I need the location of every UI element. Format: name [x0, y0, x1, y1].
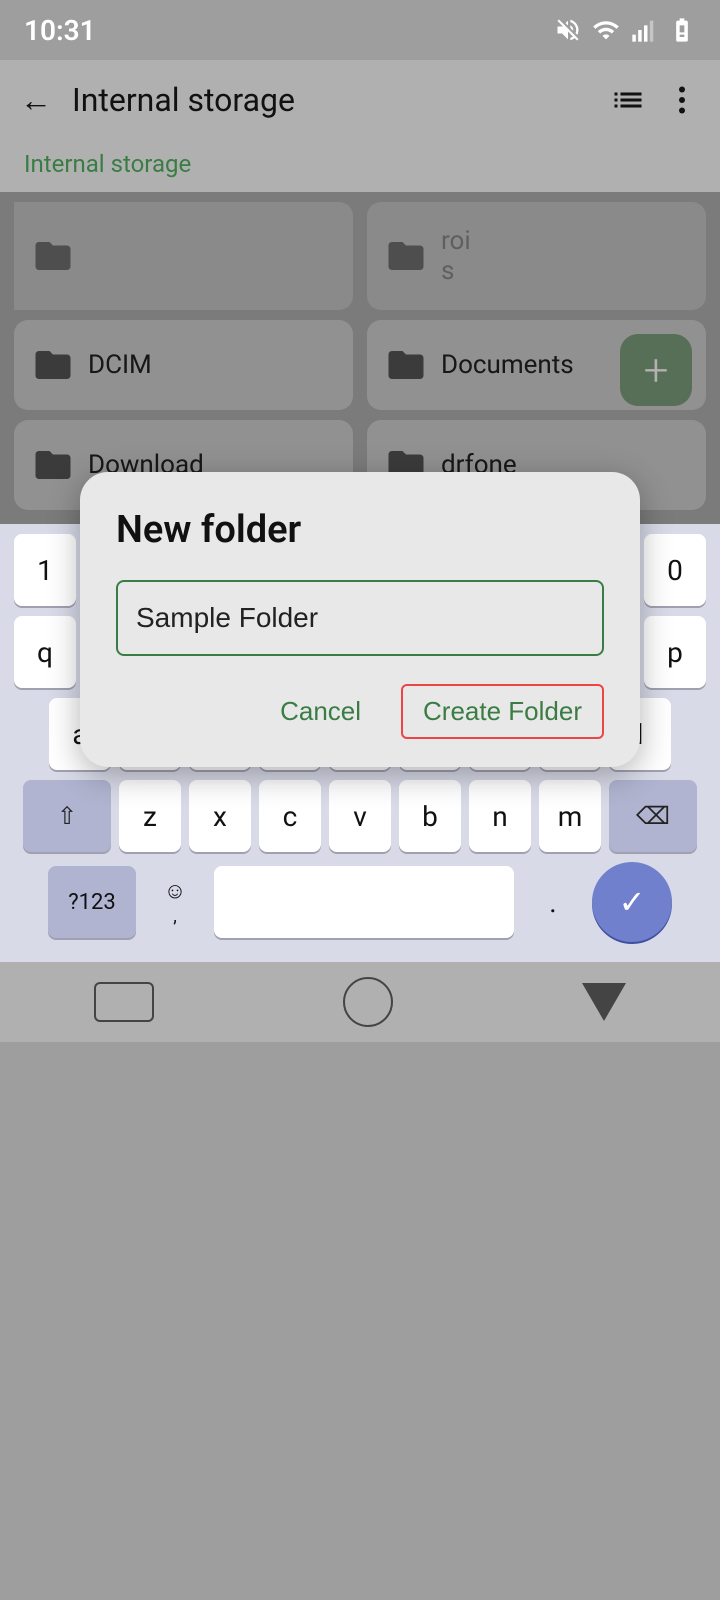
dialog-overlay: New folder Cancel Create Folder: [0, 192, 720, 524]
period-key[interactable]: .: [522, 866, 584, 938]
cancel-button[interactable]: Cancel: [264, 686, 377, 737]
list-view-icon[interactable]: [610, 82, 646, 118]
back-button[interactable]: ←: [20, 81, 52, 119]
key-0[interactable]: 0: [644, 534, 706, 606]
dialog-title: New folder: [116, 508, 604, 552]
breadcrumb: Internal storage: [24, 150, 191, 178]
status-icons: [554, 16, 696, 44]
status-bar: 10:31: [0, 0, 720, 60]
key-c[interactable]: c: [259, 780, 321, 852]
emoji-key[interactable]: ☺ ,: [144, 866, 206, 938]
recents-button[interactable]: [94, 982, 154, 1022]
create-folder-button[interactable]: Create Folder: [401, 684, 604, 739]
keyboard-row-bottom: ?123 ☺ , . ✓: [6, 862, 714, 942]
key-x[interactable]: x: [189, 780, 251, 852]
wifi-icon: [592, 16, 620, 44]
battery-icon: [668, 16, 696, 44]
dialog-actions: Cancel Create Folder: [116, 684, 604, 739]
app-bar-title: Internal storage: [72, 81, 590, 119]
app-bar-actions: [610, 82, 700, 118]
key-p[interactable]: p: [644, 616, 706, 688]
new-folder-dialog: New folder Cancel Create Folder: [80, 472, 640, 767]
mute-icon: [554, 16, 582, 44]
key-q[interactable]: q: [14, 616, 76, 688]
sym-key[interactable]: ?123: [48, 866, 136, 938]
signal-icon: [630, 16, 658, 44]
more-options-icon[interactable]: [664, 82, 700, 118]
navigation-bar: [0, 962, 720, 1042]
enter-key[interactable]: ✓: [592, 862, 672, 942]
key-v[interactable]: v: [329, 780, 391, 852]
app-bar: ← Internal storage: [0, 60, 720, 140]
space-key[interactable]: [214, 866, 514, 938]
keyboard-bottom-spacer: [6, 952, 714, 962]
backspace-key[interactable]: ⌫: [609, 780, 697, 852]
content-section: rois DCIM Documents + Download: [0, 192, 720, 524]
key-z[interactable]: z: [119, 780, 181, 852]
key-b[interactable]: b: [399, 780, 461, 852]
folder-name-input[interactable]: [116, 580, 604, 656]
shift-key[interactable]: ⇧: [23, 780, 111, 852]
breadcrumb-bar: Internal storage: [0, 140, 720, 192]
key-m[interactable]: m: [539, 780, 601, 852]
key-n[interactable]: n: [469, 780, 531, 852]
key-1[interactable]: 1: [14, 534, 76, 606]
status-time: 10:31: [24, 14, 96, 47]
keyboard-row-zxcv: ⇧ z x c v b n m ⌫: [6, 780, 714, 852]
back-nav-button[interactable]: [582, 983, 626, 1021]
home-button[interactable]: [343, 977, 393, 1027]
